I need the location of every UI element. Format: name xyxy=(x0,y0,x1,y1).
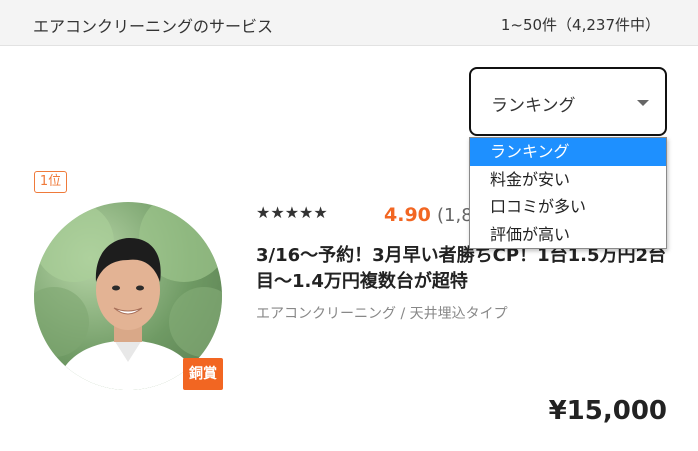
results-title: エアコンクリーニングのサービス xyxy=(33,17,274,36)
results-count: 1~50件（4,237件中） xyxy=(500,16,660,34)
chevron-down-icon xyxy=(637,100,649,106)
star-rating-icon: ★★★★★ xyxy=(256,203,328,222)
results-header: エアコンクリーニングのサービス 1~50件（4,237件中） xyxy=(0,0,698,46)
award-badge: 銅賞 xyxy=(183,358,223,390)
review-count[interactable]: (1,8 xyxy=(437,205,473,226)
sort-select[interactable]: ランキング xyxy=(469,67,667,136)
sort-option-high-rating[interactable]: 評価が高い xyxy=(470,221,666,249)
sort-option-most-reviews[interactable]: 口コミが多い xyxy=(470,193,666,221)
sort-selected-value: ランキング xyxy=(491,96,576,116)
sort-dropdown-menu: ランキング 料金が安い 口コミが多い 評価が高い xyxy=(469,137,667,249)
listing-category: エアコンクリーニング / 天井埋込タイプ xyxy=(256,306,508,322)
rank-badge: 1位 xyxy=(34,171,67,193)
listing-price: ¥15,000 xyxy=(548,396,667,426)
listing-title[interactable]: 3/16～予約！3月早い者勝ちCP！1台1.5万円2台目～1.4万円複数台が超特 xyxy=(256,243,676,295)
sort-option-ranking[interactable]: ランキング xyxy=(470,138,666,166)
rating-value: 4.90 xyxy=(384,204,431,226)
sort-option-price-low[interactable]: 料金が安い xyxy=(470,166,666,194)
